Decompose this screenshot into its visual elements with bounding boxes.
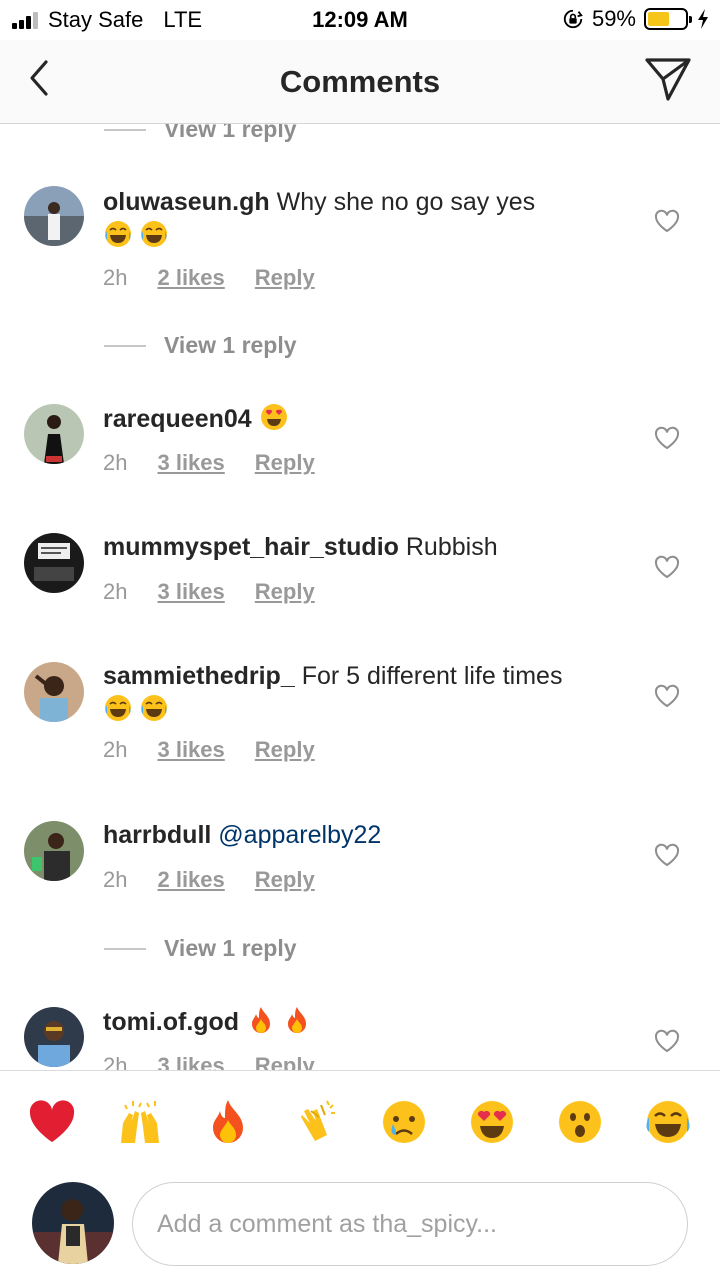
comment-text: sammiethedrip_ For 5 different life time… bbox=[103, 660, 623, 727]
paper-plane-icon[interactable] bbox=[644, 56, 692, 102]
comment-meta: 2h 3 likes Reply bbox=[103, 579, 315, 605]
heart-icon[interactable] bbox=[654, 555, 680, 579]
comment-input-wrapper[interactable] bbox=[132, 1182, 688, 1266]
page-title: Comments bbox=[279, 64, 441, 99]
status-right: 59% bbox=[562, 6, 710, 32]
rotation-lock-icon bbox=[563, 9, 583, 29]
comment-username[interactable]: mummyspet_hair_studio bbox=[103, 533, 399, 561]
view-replies-button[interactable]: View 1 reply bbox=[104, 935, 297, 962]
face-with-open-mouth-icon[interactable] bbox=[555, 1097, 605, 1147]
avatar[interactable] bbox=[24, 186, 84, 246]
comment-message: For 5 different life times bbox=[301, 662, 563, 690]
likes-count-link[interactable]: 3 likes bbox=[157, 737, 224, 763]
comment-username[interactable]: harrbdull bbox=[103, 821, 211, 849]
smiling-face-with-heart-eyes-icon bbox=[260, 404, 287, 430]
comment-message: Rubbish bbox=[405, 533, 498, 561]
raising-hands-icon[interactable] bbox=[115, 1097, 165, 1147]
comment-username[interactable]: oluwaseun.gh bbox=[103, 188, 270, 216]
comment-text: rarequeen04 bbox=[103, 402, 623, 436]
comment-time: 2h bbox=[103, 450, 128, 475]
likes-count-link[interactable]: 3 likes bbox=[157, 450, 224, 476]
comment-time: 2h bbox=[103, 579, 128, 604]
likes-count-link[interactable]: 2 likes bbox=[157, 867, 224, 893]
heart-icon[interactable] bbox=[654, 684, 680, 708]
comment-username[interactable]: tomi.of.god bbox=[103, 1008, 239, 1036]
battery-icon bbox=[644, 8, 692, 30]
likes-count-link[interactable]: 2 likes bbox=[157, 265, 224, 291]
comment-text: tomi.of.god bbox=[103, 1005, 623, 1039]
comment-message: Why she no go say yes bbox=[276, 188, 536, 216]
comment-text: mummyspet_hair_studio Rubbish bbox=[103, 531, 623, 564]
smiling-face-with-heart-eyes-icon[interactable] bbox=[467, 1097, 517, 1147]
reply-button[interactable]: Reply bbox=[255, 1053, 315, 1070]
heart-icon[interactable] bbox=[654, 1029, 680, 1053]
red-heart-icon[interactable] bbox=[27, 1097, 77, 1147]
heart-icon[interactable] bbox=[654, 426, 680, 450]
comment-username[interactable]: rarequeen04 bbox=[103, 405, 252, 433]
heart-icon[interactable] bbox=[654, 209, 680, 233]
avatar[interactable] bbox=[24, 533, 84, 593]
likes-count-link[interactable]: 3 likes bbox=[157, 579, 224, 605]
mention-link[interactable]: @apparelby22 bbox=[218, 821, 381, 849]
fire-icon bbox=[288, 1007, 307, 1033]
avatar bbox=[32, 1182, 114, 1264]
likes-count-link[interactable]: 3 likes bbox=[157, 1053, 224, 1070]
reply-button[interactable]: Reply bbox=[255, 579, 315, 605]
quick-reaction-bar bbox=[0, 1070, 720, 1174]
comment-text: harrbdull @apparelby22 bbox=[103, 819, 623, 852]
reply-button[interactable]: Reply bbox=[255, 265, 315, 291]
comment-time: 2h bbox=[103, 1053, 128, 1070]
view-replies-button[interactable]: View 1 reply bbox=[104, 124, 297, 143]
heart-icon[interactable] bbox=[654, 843, 680, 867]
status-bar: Stay Safe LTE 12:09 AM 59% bbox=[0, 0, 720, 40]
comment-input[interactable] bbox=[133, 1183, 687, 1265]
comment-meta: 2h 2 likes Reply bbox=[103, 867, 315, 893]
face-with-tears-of-joy-icon[interactable] bbox=[643, 1097, 693, 1147]
avatar[interactable] bbox=[24, 1007, 84, 1067]
charging-bolt-icon bbox=[698, 9, 708, 29]
face-with-tears-of-joy-icon bbox=[105, 695, 131, 721]
avatar[interactable] bbox=[24, 662, 84, 722]
comment-composer bbox=[0, 1174, 720, 1280]
reply-button[interactable]: Reply bbox=[255, 867, 315, 893]
fire-icon bbox=[252, 1007, 271, 1033]
comment-text: oluwaseun.gh Why she no go say yes bbox=[103, 186, 623, 253]
comment-meta: 2h 3 likes Reply bbox=[103, 737, 315, 763]
comment-meta: 2h 3 likes Reply bbox=[103, 1053, 315, 1070]
clapping-hands-icon[interactable] bbox=[291, 1097, 341, 1147]
face-with-tears-of-joy-icon bbox=[141, 695, 167, 721]
comment-meta: 2h 3 likes Reply bbox=[103, 450, 315, 476]
comment-list[interactable]: View 1 reply oluwaseun.gh Why she no go … bbox=[0, 124, 720, 1070]
reply-button[interactable]: Reply bbox=[255, 737, 315, 763]
comment-time: 2h bbox=[103, 737, 128, 762]
face-with-tears-of-joy-icon bbox=[105, 221, 131, 247]
comment-meta: 2h 2 likes Reply bbox=[103, 265, 315, 291]
avatar[interactable] bbox=[24, 821, 84, 881]
header-bar: Comments bbox=[0, 40, 720, 124]
face-with-tears-of-joy-icon bbox=[141, 221, 167, 247]
avatar[interactable] bbox=[24, 404, 84, 464]
battery-percent: 59% bbox=[591, 6, 636, 31]
comment-time: 2h bbox=[103, 867, 128, 892]
view-replies-button[interactable]: View 1 reply bbox=[104, 332, 297, 359]
reply-button[interactable]: Reply bbox=[255, 450, 315, 476]
comment-time: 2h bbox=[103, 265, 128, 290]
comment-username[interactable]: sammiethedrip_ bbox=[103, 662, 295, 690]
fire-icon[interactable] bbox=[203, 1097, 253, 1147]
crying-face-icon[interactable] bbox=[379, 1097, 429, 1147]
